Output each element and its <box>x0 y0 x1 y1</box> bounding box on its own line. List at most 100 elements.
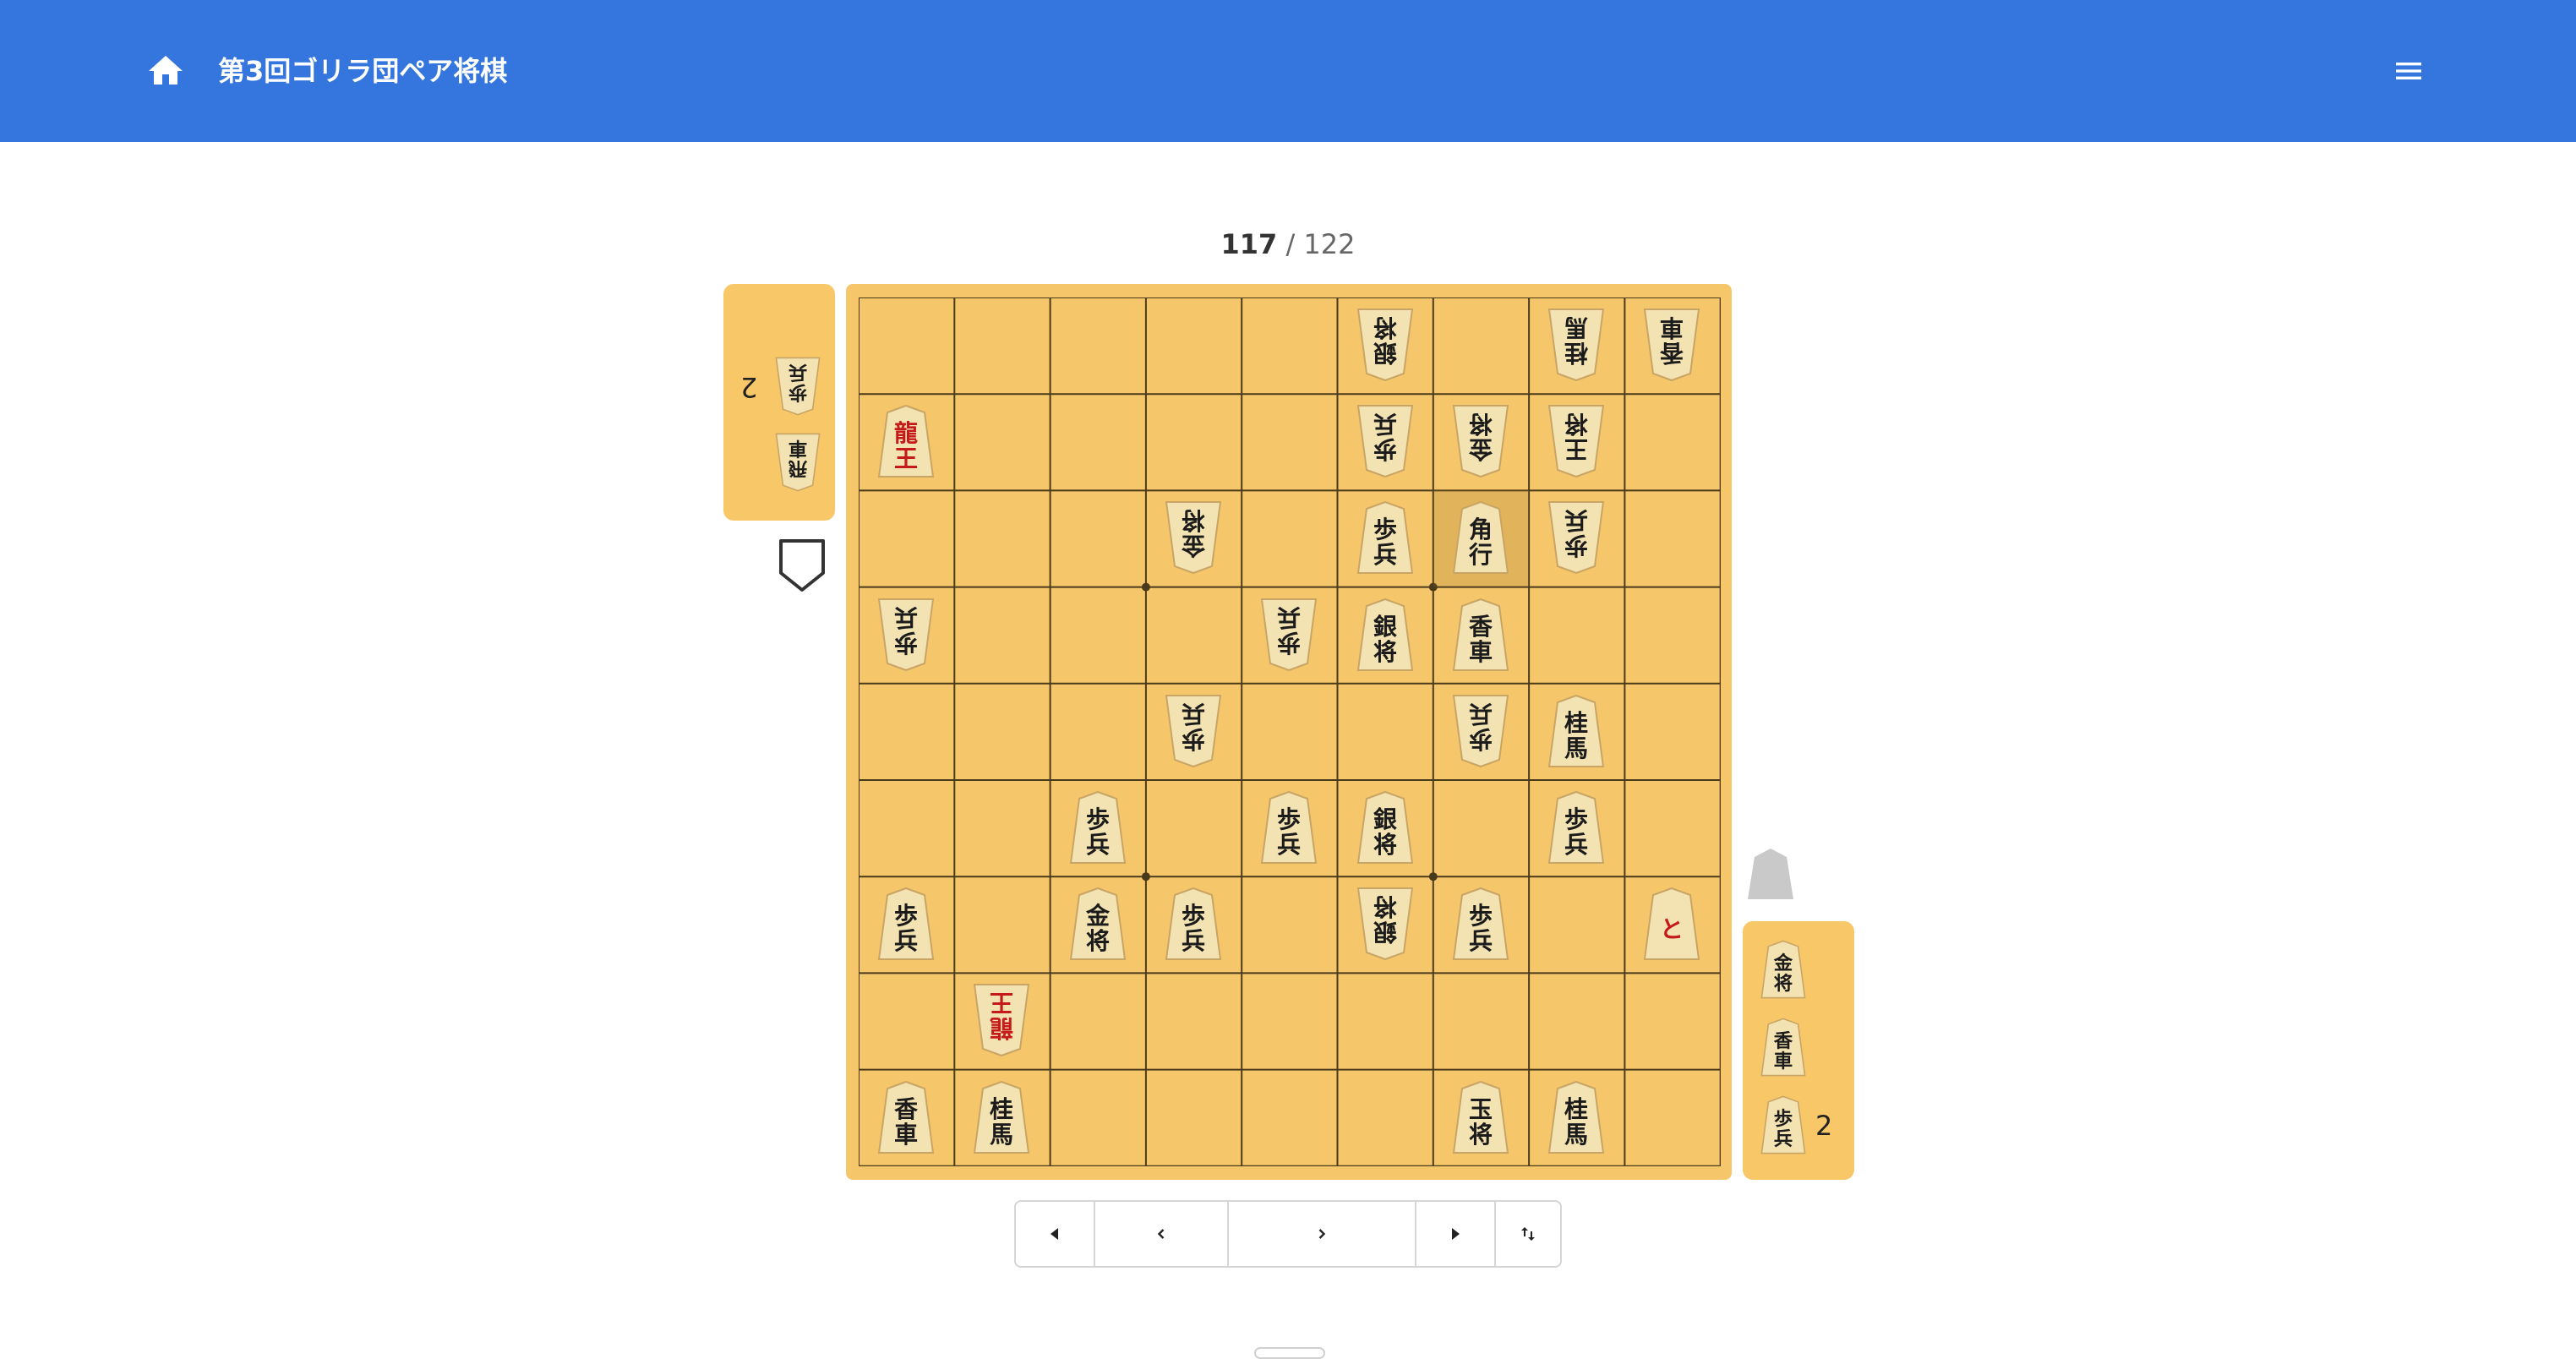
piece-char: と <box>1660 915 1684 943</box>
chevron-left-icon <box>1157 1229 1165 1239</box>
piece-char: 金 <box>1181 532 1206 559</box>
gote-board-piece[interactable]: 銀将 <box>1351 306 1419 387</box>
current-move: 117 <box>1220 228 1278 260</box>
gote-board-piece[interactable]: 歩兵 <box>1255 596 1323 677</box>
sente-board-piece[interactable]: 金将 <box>1064 885 1132 966</box>
piece-char: 香 <box>1660 339 1684 367</box>
piece-char: 将 <box>1469 1121 1493 1149</box>
piece-char: 歩 <box>1182 725 1205 753</box>
piece-char: 歩 <box>1469 902 1493 930</box>
piece-char: 馬 <box>1564 734 1588 762</box>
sente-board-piece[interactable]: 歩兵 <box>1255 789 1323 870</box>
gote-board-piece[interactable]: 香車 <box>1638 306 1706 387</box>
piece-char: 龍 <box>990 1014 1013 1042</box>
last-move-button[interactable] <box>1416 1202 1496 1266</box>
piece-char: 香 <box>1469 613 1493 641</box>
sente-board-piece[interactable]: 桂馬 <box>1542 1078 1610 1160</box>
piece-char: 桂 <box>990 1095 1013 1123</box>
gote-board-piece[interactable]: 銀将 <box>1351 885 1419 966</box>
next-move-button[interactable] <box>1229 1202 1416 1266</box>
sente-board-piece[interactable]: 桂馬 <box>968 1078 1035 1160</box>
home-icon[interactable] <box>145 51 186 91</box>
piece-char: 金 <box>1468 435 1493 463</box>
piece-char: 香 <box>894 1095 918 1123</box>
piece-char: 兵 <box>1086 831 1110 859</box>
sente-board-piece[interactable]: 銀将 <box>1351 789 1419 870</box>
piece-char: 歩 <box>1086 805 1110 833</box>
gote-board-piece[interactable]: 歩兵 <box>1447 692 1514 773</box>
skip-last-icon <box>1452 1228 1460 1240</box>
gote-board-piece[interactable]: 王将 <box>1542 402 1610 483</box>
piece-char: 王 <box>1564 435 1588 463</box>
shield-outline-icon <box>778 538 827 593</box>
gote-board-piece[interactable]: 龍王 <box>968 981 1035 1062</box>
star-point <box>1428 872 1438 881</box>
star-point <box>1141 582 1150 592</box>
piece-char: 歩 <box>1182 902 1205 930</box>
sente-hand-piece[interactable]: 歩兵 <box>1756 1094 1810 1160</box>
gote-hand-piece[interactable]: 歩兵 <box>771 355 825 421</box>
gote-board-piece[interactable]: 金将 <box>1447 402 1514 483</box>
total-moves: 122 <box>1303 228 1356 260</box>
gote-board-piece[interactable]: 金将 <box>1160 499 1227 580</box>
piece-char: 兵 <box>1373 410 1396 438</box>
piece-char: 兵 <box>1774 1128 1793 1150</box>
skip-first-icon <box>1051 1228 1058 1240</box>
piece-char: 兵 <box>789 361 807 383</box>
piece-char: 将 <box>1469 410 1493 438</box>
piece-char: 将 <box>1086 927 1110 955</box>
sente-hand-piece[interactable]: 金将 <box>1756 938 1810 1004</box>
gote-piece-stand: 歩兵 2 飛車 <box>723 284 835 521</box>
piece-char: 兵 <box>1564 506 1588 534</box>
piece-char: 銀 <box>1373 613 1396 641</box>
sente-board-piece[interactable]: 歩兵 <box>872 885 940 966</box>
piece-char: 兵 <box>1564 831 1588 859</box>
gote-board-piece[interactable]: 歩兵 <box>1351 402 1419 483</box>
piece-char: 金 <box>1085 902 1111 930</box>
gote-board-piece[interactable]: 桂馬 <box>1542 306 1610 387</box>
move-counter: 117 / 122 <box>1099 225 1477 264</box>
star-point <box>1141 872 1150 881</box>
piece-char: 龍 <box>894 419 918 447</box>
sente-board-piece[interactable]: 桂馬 <box>1542 692 1610 773</box>
piece-char: 銀 <box>1373 918 1396 946</box>
sente-board-piece[interactable]: 香車 <box>872 1078 940 1160</box>
gote-board-piece[interactable]: 歩兵 <box>872 596 940 677</box>
flip-board-button[interactable] <box>1496 1202 1560 1266</box>
sente-board-piece[interactable]: 歩兵 <box>1542 789 1610 870</box>
sente-board-piece[interactable]: 歩兵 <box>1447 885 1514 966</box>
gote-hand-piece[interactable]: 飛車 <box>771 431 825 497</box>
piece-char: 将 <box>1373 314 1396 341</box>
piece-char: 桂 <box>1564 1095 1588 1123</box>
piece-char: 銀 <box>1373 339 1396 367</box>
sente-board-piece[interactable]: と <box>1638 885 1706 966</box>
sente-board-piece[interactable]: 龍王 <box>872 402 940 483</box>
piece-char: 香 <box>1774 1030 1793 1052</box>
sente-board-piece[interactable]: 銀将 <box>1351 596 1419 677</box>
piece-char: 兵 <box>894 927 918 955</box>
sente-board-piece[interactable]: 歩兵 <box>1160 885 1227 966</box>
piece-char: 兵 <box>1277 831 1301 859</box>
prev-move-button[interactable] <box>1095 1202 1229 1266</box>
sente-board-piece[interactable]: 香車 <box>1447 596 1514 677</box>
gote-board-piece[interactable]: 歩兵 <box>1542 499 1610 580</box>
piece-char: 兵 <box>1182 700 1205 728</box>
move-controls <box>1014 1200 1562 1268</box>
piece-char: 馬 <box>1564 314 1588 341</box>
sente-hand-piece[interactable]: 香車 <box>1756 1016 1810 1082</box>
gote-board-piece[interactable]: 歩兵 <box>1160 692 1227 773</box>
piece-char: 歩 <box>1564 532 1588 559</box>
piece-char: 角 <box>1469 516 1493 543</box>
piece-char: 歩 <box>1469 725 1493 753</box>
sente-board-piece[interactable]: 角行 <box>1447 499 1514 580</box>
piece-char: 歩 <box>1373 516 1396 543</box>
first-move-button[interactable] <box>1016 1202 1095 1266</box>
sente-board-piece[interactable]: 歩兵 <box>1351 499 1419 580</box>
menu-icon[interactable] <box>2392 54 2426 88</box>
sente-board-piece[interactable]: 玉将 <box>1447 1078 1514 1160</box>
piece-char: 兵 <box>894 603 918 631</box>
piece-char: 兵 <box>1373 541 1396 569</box>
sente-board-piece[interactable]: 歩兵 <box>1064 789 1132 870</box>
piece-char: 車 <box>1660 314 1684 341</box>
piece-char: 歩 <box>894 902 918 930</box>
